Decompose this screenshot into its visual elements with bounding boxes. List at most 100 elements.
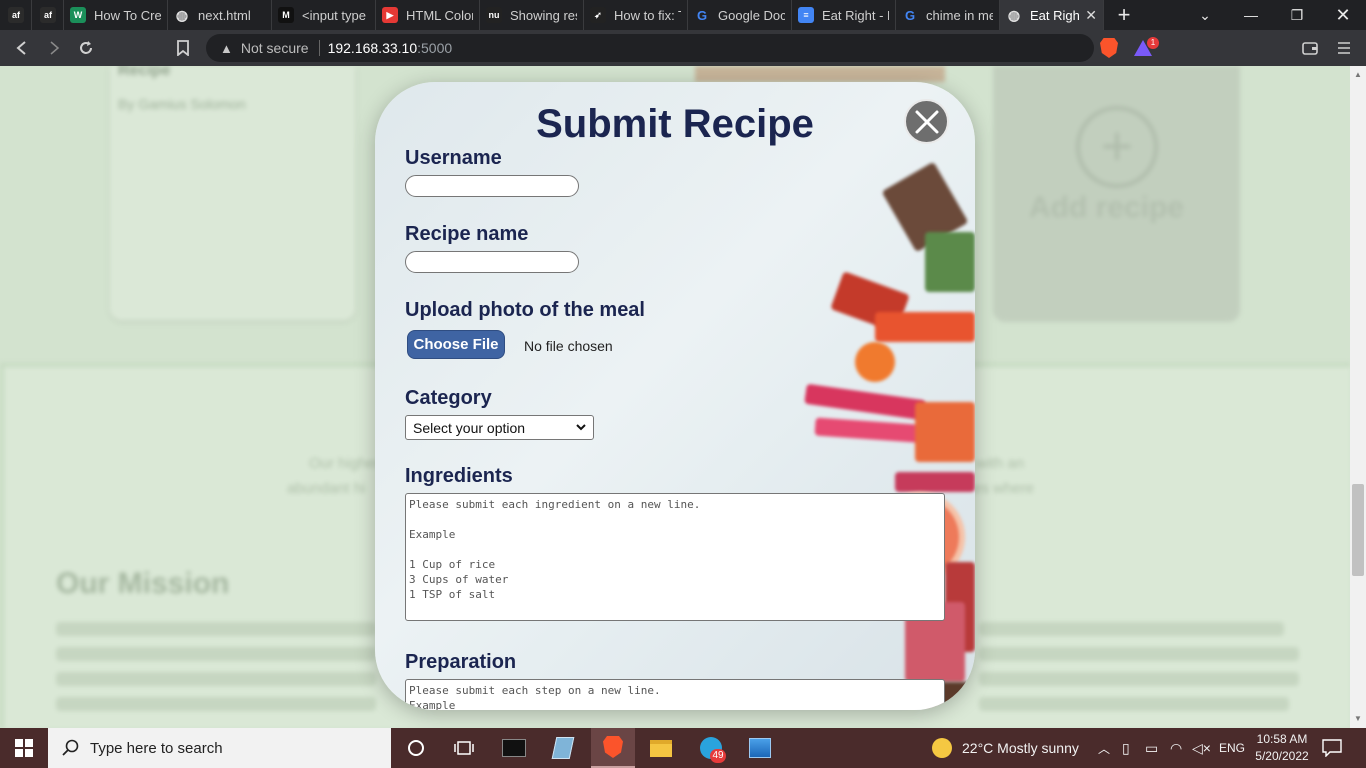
notification-icon[interactable] (1322, 728, 1342, 768)
browser-tab[interactable]: M <input type (272, 0, 376, 30)
address-bar[interactable]: ▲ Not secure 192.168.33.10:5000 (206, 34, 1094, 62)
preparation-textarea[interactable]: Please submit each step on a new line. E… (405, 679, 945, 710)
chevron-down-icon (576, 424, 586, 431)
add-recipe-card[interactable]: + Add recipe (993, 66, 1240, 322)
ingredients-textarea[interactable]: Please submit each ingredient on a new l… (405, 493, 945, 621)
close-window-button[interactable]: ✕ (1320, 0, 1366, 30)
volume-icon[interactable]: ◁× (1192, 728, 1211, 768)
close-icon (915, 110, 938, 133)
browser-tab[interactable]: nu Showing res (480, 0, 584, 30)
browser-tab[interactable]: G Google Docs (688, 0, 792, 30)
language-indicator[interactable]: ENG (1219, 728, 1245, 768)
clock-date: 5/20/2022 (1255, 749, 1309, 763)
wallet-icon[interactable] (1294, 30, 1326, 66)
play-favicon-icon: ▶ (382, 7, 398, 23)
recipe-card: Recipe By Gamius Solomon (110, 66, 355, 320)
scrollbar-thumb[interactable] (1352, 484, 1364, 576)
terminal-app-icon[interactable] (494, 728, 534, 768)
mission-heading: Our Mission (56, 567, 230, 600)
recipe-name-input[interactable] (405, 251, 579, 273)
new-tab-button[interactable]: + (1104, 2, 1144, 28)
cortana-icon[interactable] (396, 728, 436, 768)
address-separator (318, 40, 320, 56)
category-label: Category (405, 387, 492, 409)
mission-text-line (56, 697, 376, 711)
start-button[interactable] (0, 728, 48, 768)
mission-text-line (979, 622, 1284, 636)
browser-tab[interactable]: ◍ next.html (168, 0, 272, 30)
security-status: Not secure (240, 40, 309, 56)
choose-file-button[interactable]: Choose File (407, 330, 505, 359)
browser-tab-title: Eat Righ (1030, 7, 1080, 23)
browser-tab[interactable]: ▶ HTML Color (376, 0, 480, 30)
mission-text-line (56, 672, 376, 686)
browser-tab[interactable]: W How To Crea (64, 0, 168, 30)
browser-tab[interactable]: ≡ Eat Right - M (792, 0, 896, 30)
clock-time: 10:58 AM (1256, 732, 1308, 746)
browser-tab[interactable]: ➶ How to fix: T (584, 0, 688, 30)
close-modal-button[interactable] (904, 99, 949, 144)
wifi-icon[interactable]: ◠ (1170, 728, 1182, 768)
submit-recipe-modal: Submit Recipe Username Recipe name Uploa… (375, 82, 975, 710)
browser-tab-title: Eat Right - M (822, 7, 889, 23)
mission-text-line (56, 647, 376, 661)
rocket-favicon-icon: ➶ (590, 7, 606, 23)
weather-widget[interactable]: 22°C Mostly sunny (932, 728, 1079, 768)
file-explorer-icon[interactable] (641, 728, 681, 768)
category-select[interactable]: Select your option (405, 415, 594, 440)
browser-tab-title: Google Docs (718, 7, 785, 23)
weather-text: 22°C Mostly sunny (962, 740, 1079, 756)
minimize-button[interactable]: — (1228, 0, 1274, 30)
food-background-image (775, 142, 975, 710)
G-favicon-icon: G (904, 7, 916, 23)
scroll-up-arrow-icon[interactable]: ▲ (1354, 70, 1362, 79)
sun-icon (932, 738, 952, 758)
back-button[interactable] (6, 30, 38, 66)
telegram-icon[interactable]: 49 (691, 728, 731, 768)
scroll-down-arrow-icon[interactable]: ▼ (1354, 714, 1362, 723)
browser-tab[interactable]: ◍ Eat Righ ✕ (1000, 0, 1104, 30)
tray-chevron-icon[interactable]: ︿ (1098, 728, 1110, 768)
notepad-app-icon[interactable] (543, 728, 583, 768)
tab-search-chevron-icon[interactable]: ⌄ (1182, 0, 1228, 30)
browser-tab[interactable]: Gchime in me (896, 0, 1000, 30)
globe-favicon-icon: ◍ (175, 6, 189, 23)
username-input[interactable] (405, 175, 579, 197)
page-scrollbar[interactable]: ▲ ▼ (1350, 66, 1366, 728)
browser-tab-title: <input type (302, 7, 366, 23)
close-tab-icon[interactable]: ✕ (1085, 7, 1097, 24)
url-port: :5000 (417, 40, 453, 56)
browser-tab-title: How to fix: T (614, 7, 681, 23)
recipe-card-author: By Gamius Solomon (118, 96, 246, 112)
category-selected-value: Select your option (413, 419, 526, 436)
forward-button[interactable] (38, 30, 70, 66)
telegram-badge: 49 (710, 749, 726, 763)
menu-icon[interactable] (1328, 30, 1360, 66)
taskbar-search[interactable]: Type here to search (48, 728, 391, 768)
rewards-badge: 1 (1147, 37, 1159, 49)
W-favicon-icon: W (70, 7, 86, 23)
brave-taskbar-icon[interactable] (591, 728, 635, 768)
ingredients-label: Ingredients (405, 465, 513, 487)
browser-tab-title: How To Crea (94, 7, 161, 23)
reload-button[interactable] (70, 30, 102, 66)
about-text-left-1: Our higher (309, 455, 380, 472)
restore-button[interactable]: ❐ (1274, 0, 1320, 30)
battery-icon[interactable]: ▭ (1145, 728, 1158, 768)
browser-tab-strip: afaf W How To Crea ◍ next.html M <input type ▶ H… (0, 0, 1366, 30)
photos-app-icon[interactable] (740, 728, 780, 768)
mission-text-line (56, 622, 376, 636)
tray-app-icon[interactable]: ▯ (1122, 728, 1130, 768)
browser-tab[interactable]: af (32, 0, 64, 30)
warning-icon: ▲ (220, 40, 233, 56)
browser-tab[interactable]: af (0, 0, 32, 30)
nu-favicon-icon: nu (486, 7, 502, 23)
browser-tab-title: HTML Color (406, 7, 473, 23)
windows-logo-icon (15, 739, 33, 757)
doc-favicon-icon: ≡ (798, 7, 814, 23)
task-view-icon[interactable] (444, 728, 484, 768)
globe-favicon-icon: ◍ (1007, 6, 1021, 23)
clock[interactable]: 10:58 AM 5/20/2022 (1252, 728, 1312, 768)
bookmark-icon[interactable] (167, 30, 199, 66)
about-text-left-2: abundant hi (287, 480, 366, 497)
